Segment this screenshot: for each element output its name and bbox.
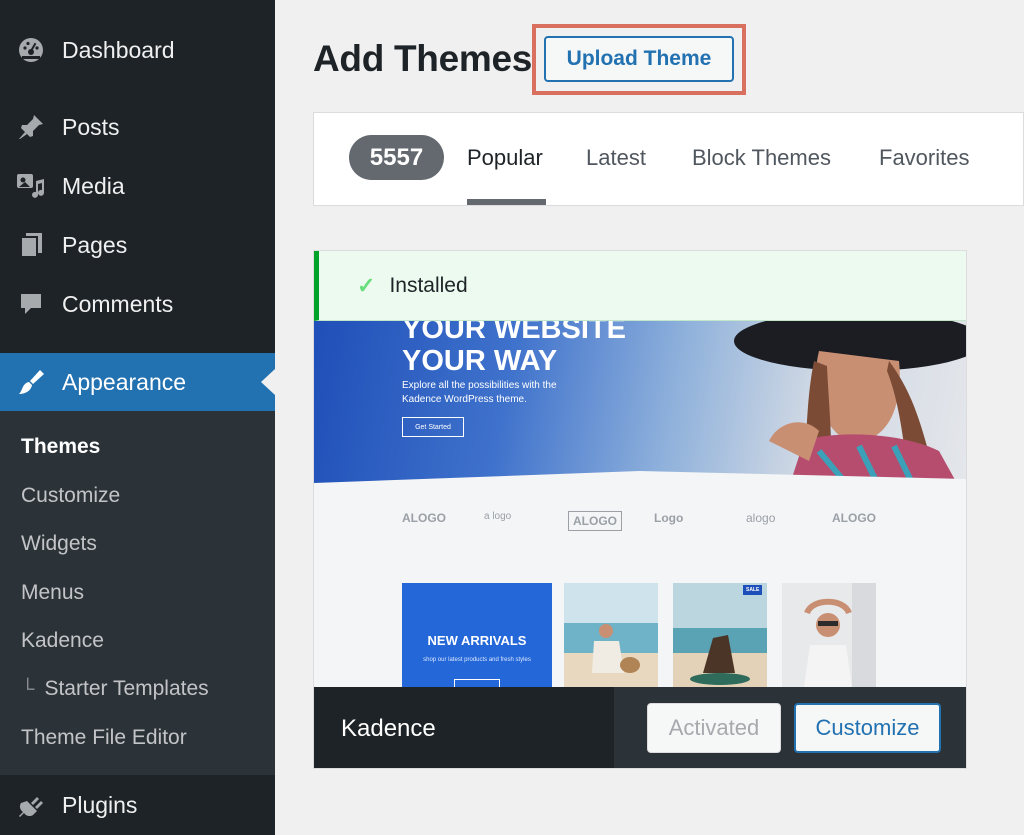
pushpin-icon	[16, 112, 46, 142]
submenu-item-kadence[interactable]: Kadence	[21, 629, 104, 653]
theme-screenshot[interactable]: YOUR WEBSITE YOUR WAY Explore all the po…	[314, 321, 966, 687]
installed-label: Installed	[389, 273, 468, 297]
child-arrow-icon: └	[21, 679, 35, 700]
sidebar-item-media[interactable]: Media	[0, 158, 275, 214]
preview-promo-tile: NEW ARRIVALS shop our latest products an…	[402, 583, 552, 687]
submenu-item-customize[interactable]: Customize	[21, 484, 120, 508]
sidebar-item-label: Dashboard	[62, 36, 175, 63]
sidebar-item-label: Comments	[62, 290, 174, 317]
theme-name: Kadence	[341, 715, 436, 742]
submenu-item-starter-templates[interactable]: └ Starter Templates	[21, 677, 209, 701]
sidebar-item-comments[interactable]: Comments	[0, 276, 275, 332]
paintbrush-icon	[16, 367, 46, 397]
activated-button: Activated	[647, 703, 781, 753]
page-title: Add Themes	[313, 38, 533, 79]
logo-5: alogo	[746, 511, 776, 525]
promo-title: NEW ARRIVALS	[427, 633, 527, 648]
sidebar-item-label: Pages	[62, 231, 128, 258]
preview-get-started-button: Get Started	[402, 417, 464, 437]
logo-1: ALOGO	[402, 511, 446, 525]
preview-model-photo	[734, 321, 966, 487]
installed-notice: ✓ Installed	[314, 251, 966, 321]
admin-sidebar: Dashboard Posts Media Pages Comments App…	[0, 0, 275, 835]
promo-subtitle: shop our latest products and fresh style…	[423, 657, 531, 663]
media-icon	[16, 171, 46, 201]
tab-favorites[interactable]: Favorites	[879, 145, 969, 171]
submenu-item-widgets[interactable]: Widgets	[21, 532, 97, 556]
preview-product-beach-photo	[564, 583, 658, 687]
appearance-submenu: Themes Customize Widgets Menus Kadence └…	[0, 411, 275, 775]
preview-hero-title: YOUR WEBSITE YOUR WAY	[402, 321, 626, 377]
submenu-item-themes[interactable]: Themes	[21, 435, 100, 459]
theme-card-kadence[interactable]: ✓ Installed YOUR WEBSITE YOUR WAY Explor…	[313, 250, 967, 769]
sidebar-item-label: Posts	[62, 113, 120, 140]
active-tab-indicator	[467, 199, 546, 205]
checkmark-icon: ✓	[357, 272, 376, 298]
preview-product-dog-photo	[673, 583, 767, 687]
sidebar-item-label: Appearance	[62, 368, 187, 395]
theme-card-footer: Kadence Activated Customize	[314, 687, 966, 768]
sidebar-item-posts[interactable]: Posts	[0, 99, 275, 155]
theme-name-area: Kadence	[314, 687, 614, 768]
sidebar-item-appearance[interactable]: Appearance	[0, 353, 275, 411]
preview-hero: YOUR WEBSITE YOUR WAY Explore all the po…	[314, 321, 966, 487]
theme-count-badge: 5557	[349, 135, 444, 180]
pages-icon	[16, 230, 46, 260]
sidebar-item-dashboard[interactable]: Dashboard	[0, 22, 275, 78]
sale-badge: SALE	[743, 585, 763, 595]
sidebar-item-label: Plugins	[62, 791, 138, 818]
sidebar-item-pages[interactable]: Pages	[0, 217, 275, 273]
tab-block-themes[interactable]: Block Themes	[692, 145, 831, 171]
sidebar-item-label: Media	[62, 172, 125, 199]
preview-hero-subtitle: Explore all the possibilities with the K…	[402, 380, 557, 405]
tab-popular[interactable]: Popular	[467, 145, 543, 171]
submenu-item-theme-file-editor[interactable]: Theme File Editor	[21, 726, 187, 750]
dashboard-icon	[16, 35, 46, 65]
logo-2: a logo	[484, 511, 512, 522]
logo-4: Logo	[654, 511, 684, 525]
preview-product-man-photo	[782, 583, 876, 687]
logo-3: ALOGO	[568, 511, 622, 531]
theme-filter-bar: 5557 Popular Latest Block Themes Favorit…	[313, 112, 1024, 206]
comment-icon	[16, 289, 46, 319]
plugin-icon	[16, 790, 46, 820]
active-indicator	[261, 369, 275, 395]
sidebar-item-plugins[interactable]: Plugins	[0, 777, 275, 833]
submenu-item-menus[interactable]: Menus	[21, 581, 84, 605]
tab-latest[interactable]: Latest	[586, 145, 646, 171]
preview-logo-strip: ALOGO a logo ALOGO Logo alogo ALOGO	[402, 501, 902, 551]
logo-6: ALOGO	[832, 511, 876, 525]
customize-button[interactable]: Customize	[794, 703, 941, 753]
upload-theme-button[interactable]: Upload Theme	[544, 36, 734, 82]
promo-button	[454, 679, 500, 687]
